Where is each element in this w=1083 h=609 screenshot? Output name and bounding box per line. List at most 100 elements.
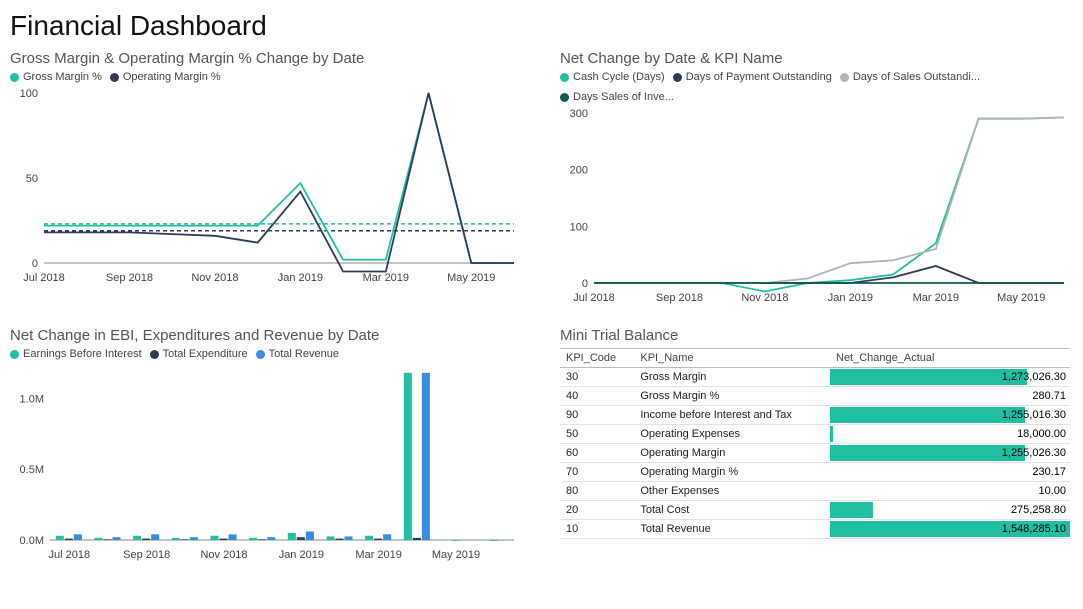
legend-label: Earnings Before Interest	[23, 348, 142, 360]
panel-ebi-exp-rev: Net Change in EBI, Expenditures and Reve…	[10, 327, 520, 564]
svg-text:May 2019: May 2019	[432, 549, 480, 561]
kpi-code: 60	[560, 444, 634, 463]
svg-text:100: 100	[20, 88, 38, 100]
table-row[interactable]: 70Operating Margin % 230.17	[560, 463, 1070, 482]
legend-swatch-icon	[560, 73, 569, 82]
net-change-bar-cell: 1,548,285.10	[830, 520, 1070, 539]
legend-item[interactable]: Total Revenue	[256, 348, 339, 360]
table-row[interactable]: 80Other Expenses 10.00	[560, 482, 1070, 501]
panel-title: Net Change by Date & KPI Name	[560, 50, 1070, 67]
kpi-code: 40	[560, 387, 634, 406]
kpi-name: Income before Interest and Tax	[634, 406, 830, 425]
kpi-name: Operating Margin %	[634, 463, 830, 482]
legend-label: Cash Cycle (Days)	[573, 71, 665, 83]
net-change-bar-cell: 1,255,026.30	[830, 444, 1070, 463]
legend-swatch-icon	[10, 350, 19, 359]
mini-trial-balance-table[interactable]: KPI_CodeKPI_NameNet_Change_Actual 30Gros…	[560, 348, 1070, 539]
bar-chart-ebi[interactable]: 0.0M0.5M1.0MJul 2018Sep 2018Nov 2018Jan …	[10, 364, 520, 564]
kpi-name: Total Cost	[634, 501, 830, 520]
svg-text:Sep 2018: Sep 2018	[656, 292, 703, 304]
kpi-code: 50	[560, 425, 634, 444]
bar-fill	[830, 407, 1025, 423]
legend-item[interactable]: Total Expenditure	[150, 348, 248, 360]
legend-swatch-icon	[840, 73, 849, 82]
svg-text:Jul 2018: Jul 2018	[573, 292, 615, 304]
svg-text:Sep 2018: Sep 2018	[106, 272, 153, 284]
dashboard-grid: Gross Margin & Operating Margin % Change…	[10, 50, 1063, 564]
kpi-name: Gross Margin	[634, 368, 830, 387]
svg-text:0.5M: 0.5M	[20, 464, 44, 476]
table-row[interactable]: 90Income before Interest and Tax1,255,01…	[560, 406, 1070, 425]
svg-text:May 2019: May 2019	[997, 292, 1045, 304]
svg-text:200: 200	[570, 165, 588, 177]
panel-title: Mini Trial Balance	[560, 327, 1070, 344]
svg-text:50: 50	[26, 173, 38, 185]
svg-text:Mar 2019: Mar 2019	[363, 272, 409, 284]
svg-text:300: 300	[570, 108, 588, 120]
legend-label: Days of Payment Outstanding	[686, 71, 832, 83]
legend-swatch-icon	[256, 350, 265, 359]
line-chart-gross-margin[interactable]: 050100Jul 2018Sep 2018Nov 2018Jan 2019Ma…	[10, 87, 520, 287]
bar-value-label: 18,000.00	[1017, 426, 1066, 442]
net-change-bar-cell: 1,255,016.30	[830, 406, 1070, 425]
bar-value-label: 10.00	[1038, 483, 1066, 499]
legend-label: Days Sales of Inve...	[573, 91, 674, 103]
kpi-name: Gross Margin %	[634, 387, 830, 406]
table-row[interactable]: 30Gross Margin 1,273,026.30	[560, 368, 1070, 387]
kpi-code: 70	[560, 463, 634, 482]
line-chart-net-change-kpi[interactable]: 0100200300Jul 2018Sep 2018Nov 2018Jan 20…	[560, 107, 1070, 307]
legend-swatch-icon	[673, 73, 682, 82]
kpi-code: 90	[560, 406, 634, 425]
svg-text:1.0M: 1.0M	[20, 393, 44, 405]
panel-gross-margin: Gross Margin & Operating Margin % Change…	[10, 50, 520, 307]
table-row[interactable]: 20Total Cost275,258.80	[560, 501, 1070, 520]
kpi-name: Other Expenses	[634, 482, 830, 501]
legend-item[interactable]: Days of Sales Outstandi...	[840, 71, 980, 83]
bar-value-label: 230.17	[1032, 464, 1066, 480]
bar-value-label: 1,273,026.30	[1002, 369, 1066, 385]
svg-text:Jul 2018: Jul 2018	[23, 272, 65, 284]
svg-text:Nov 2018: Nov 2018	[191, 272, 238, 284]
bar-fill	[830, 502, 873, 518]
legend-label: Total Expenditure	[163, 348, 248, 360]
table-row[interactable]: 60Operating Margin 1,255,026.30	[560, 444, 1070, 463]
kpi-name: Operating Expenses	[634, 425, 830, 444]
bar-value-label: 1,255,026.30	[1002, 445, 1066, 461]
table-row[interactable]: 10Total Revenue1,548,285.10	[560, 520, 1070, 539]
net-change-bar-cell: 10.00	[830, 482, 1070, 501]
table-row[interactable]: 50Operating Expenses 18,000.00	[560, 425, 1070, 444]
legend: Gross Margin % Operating Margin %	[10, 71, 520, 83]
legend-swatch-icon	[10, 73, 19, 82]
kpi-code: 80	[560, 482, 634, 501]
kpi-code: 30	[560, 368, 634, 387]
svg-text:0: 0	[582, 278, 588, 290]
svg-text:Mar 2019: Mar 2019	[355, 549, 401, 561]
bar-value-label: 275,258.80	[1011, 502, 1066, 518]
legend-item[interactable]: Days of Payment Outstanding	[673, 71, 832, 83]
table-row[interactable]: 40Gross Margin % 280.71	[560, 387, 1070, 406]
svg-text:May 2019: May 2019	[447, 272, 495, 284]
legend: Cash Cycle (Days) Days of Payment Outstan…	[560, 71, 1070, 103]
table-column-header[interactable]: KPI_Name	[634, 349, 830, 368]
legend-item[interactable]: Gross Margin %	[10, 71, 102, 83]
table-column-header[interactable]: KPI_Code	[560, 349, 634, 368]
bar-fill	[830, 369, 1027, 385]
legend-item[interactable]: Earnings Before Interest	[10, 348, 142, 360]
svg-text:Nov 2018: Nov 2018	[741, 292, 788, 304]
legend-label: Days of Sales Outstandi...	[853, 71, 980, 83]
svg-text:Mar 2019: Mar 2019	[913, 292, 959, 304]
net-change-bar-cell: 1,273,026.30	[830, 368, 1070, 387]
net-change-bar-cell: 18,000.00	[830, 425, 1070, 444]
bar-value-label: 280.71	[1032, 388, 1066, 404]
legend-item[interactable]: Days Sales of Inve...	[560, 91, 674, 103]
bar-value-label: 1,548,285.10	[1002, 521, 1066, 537]
legend-swatch-icon	[560, 93, 569, 102]
panel-title: Gross Margin & Operating Margin % Change…	[10, 50, 520, 67]
svg-text:0: 0	[32, 258, 38, 270]
legend-swatch-icon	[150, 350, 159, 359]
table-column-header[interactable]: Net_Change_Actual	[830, 349, 1070, 368]
legend-item[interactable]: Operating Margin %	[110, 71, 221, 83]
kpi-name: Operating Margin	[634, 444, 830, 463]
legend-item[interactable]: Cash Cycle (Days)	[560, 71, 665, 83]
legend: Earnings Before Interest Total Expenditur…	[10, 348, 520, 360]
